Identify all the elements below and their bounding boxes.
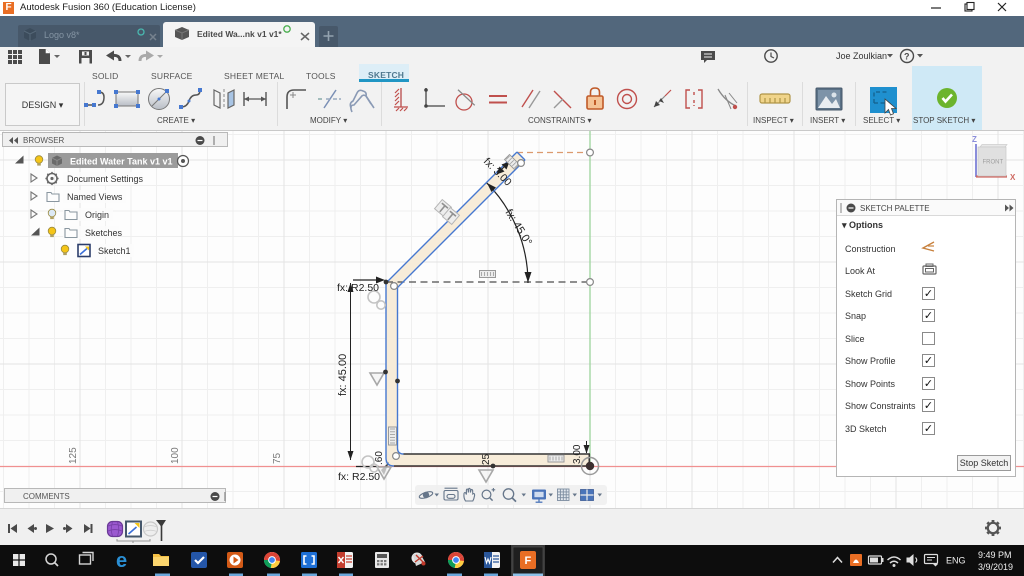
svg-text:ENG: ENG [946,556,966,566]
svg-text:SKETCH PALETTE: SKETCH PALETTE [860,204,930,213]
svg-text:3/9/2019: 3/9/2019 [978,562,1013,572]
svg-text:F: F [525,555,532,567]
svg-text:FRONT: FRONT [983,160,1004,166]
svg-text:Document Settings: Document Settings [67,174,144,184]
svg-text:Z: Z [972,135,977,144]
svg-text:X: X [1010,173,1016,182]
svg-text:75: 75 [272,452,283,464]
svg-text:Edited Wa...nk v1 v1*: Edited Wa...nk v1 v1* [197,29,282,39]
svg-text:3.00: 3.00 [572,444,583,464]
svg-text:125: 125 [68,447,79,464]
svg-text:9:49 PM: 9:49 PM [978,550,1012,560]
svg-text:e: e [116,550,127,572]
svg-text:.60: .60 [374,451,385,465]
svg-text:fx: 45.00: fx: 45.00 [337,354,349,396]
svg-text:fx: R2.50: fx: R2.50 [337,282,379,294]
svg-text:Origin: Origin [85,210,109,220]
svg-text:Joe Zoulkian: Joe Zoulkian [836,51,887,61]
svg-text:Logo v8*: Logo v8* [44,30,80,40]
svg-text:Sketch1: Sketch1 [98,246,131,256]
svg-text:fx: R2.50: fx: R2.50 [338,471,380,483]
svg-text:fx: 45.0°: fx: 45.0° [502,207,534,248]
svg-text:Named Views: Named Views [67,192,123,202]
svg-text:100: 100 [170,447,181,464]
svg-text:Edited Water Tank v1 v1: Edited Water Tank v1 v1 [70,157,173,167]
svg-text:Sketches: Sketches [85,228,123,238]
svg-text:25: 25 [481,453,492,465]
svg-text:?: ? [904,52,910,62]
